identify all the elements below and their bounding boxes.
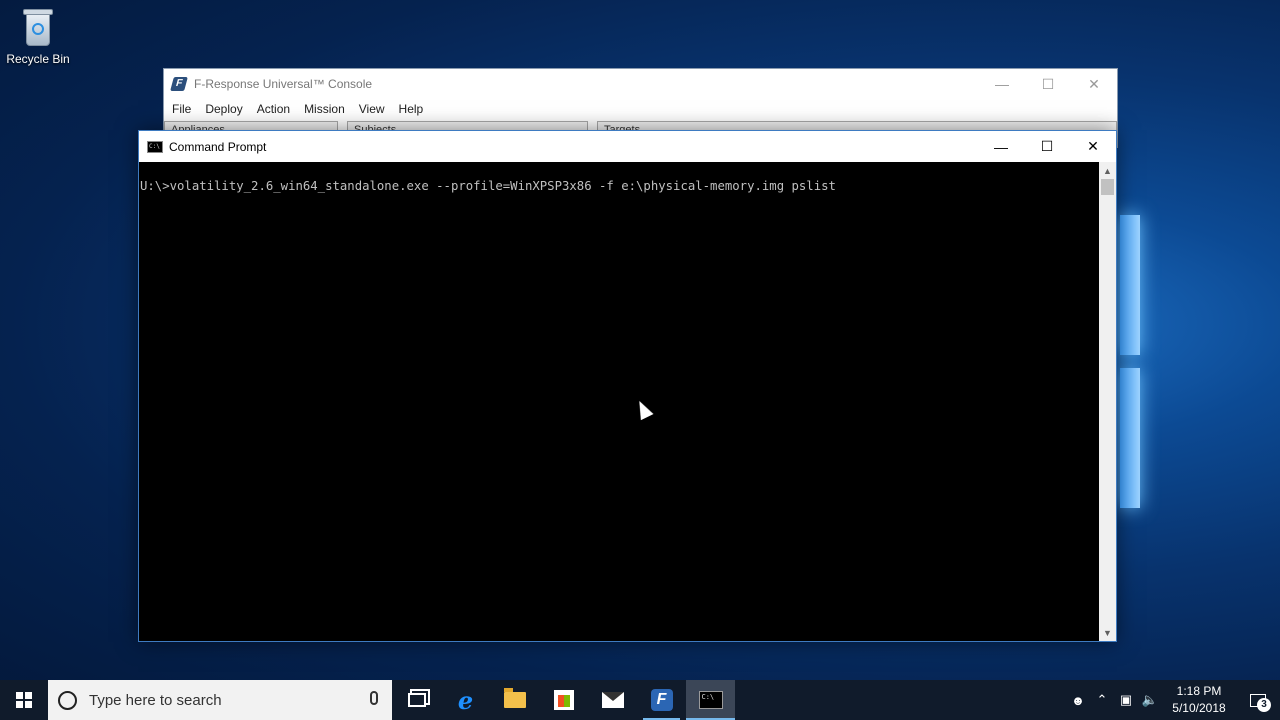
clock[interactable]: 1:18 PM 5/10/2018 <box>1162 683 1236 717</box>
microphone-icon[interactable] <box>370 691 378 705</box>
fresponse-logo-icon: F <box>170 77 188 91</box>
minimize-button[interactable]: — <box>978 131 1024 162</box>
close-button[interactable]: ✕ <box>1071 69 1117 99</box>
menu-file[interactable]: File <box>172 102 191 116</box>
scroll-down-button[interactable]: ▼ <box>1099 624 1116 641</box>
task-view-icon <box>407 693 426 707</box>
edge-icon: e <box>457 685 474 715</box>
menu-action[interactable]: Action <box>257 102 290 116</box>
vertical-scrollbar[interactable]: ▲ ▼ <box>1099 162 1116 641</box>
notification-count: 3 <box>1257 698 1271 712</box>
taskbar-file-explorer[interactable] <box>490 680 539 720</box>
taskbar-command-prompt[interactable]: C:\ <box>686 680 735 720</box>
taskbar-edge[interactable]: e <box>441 680 490 720</box>
people-icon[interactable]: ☻ <box>1066 680 1090 720</box>
taskbar-f-response[interactable]: F <box>637 680 686 720</box>
menu-mission[interactable]: Mission <box>304 102 345 116</box>
store-icon <box>553 690 574 710</box>
cmd-title: Command Prompt <box>169 139 267 154</box>
maximize-button[interactable]: ☐ <box>1024 131 1070 162</box>
action-center-button[interactable]: 3 <box>1236 680 1280 720</box>
volume-muted-icon[interactable]: 🔈 <box>1138 680 1162 720</box>
command-prompt-icon: C:\ <box>698 691 723 709</box>
console-output[interactable]: U:\>volatility_2.6_win64_standalone.exe … <box>139 162 1099 641</box>
fresponse-menubar: File Deploy Action Mission View Help <box>164 99 1117 119</box>
recycle-bin-icon <box>20 6 56 48</box>
task-view-button[interactable] <box>392 680 441 720</box>
desktop-icon-recycle-bin[interactable]: Recycle Bin <box>2 6 74 66</box>
f-response-icon: F <box>650 689 673 711</box>
taskbar-mail[interactable] <box>588 680 637 720</box>
taskbar: Type here to search e F C:\ ☻ ⌃ ▣ 🔈 1:18… <box>0 680 1280 720</box>
command-line: U:\>volatility_2.6_win64_standalone.exe … <box>140 179 836 193</box>
cortana-icon <box>58 690 77 710</box>
fresponse-title: F-Response Universal™ Console <box>194 77 373 91</box>
scroll-thumb[interactable] <box>1101 179 1114 195</box>
folder-icon <box>503 688 526 708</box>
clock-date: 5/10/2018 <box>1172 701 1226 715</box>
system-tray: ☻ ⌃ ▣ 🔈 1:18 PM 5/10/2018 3 <box>1066 680 1280 720</box>
close-button[interactable]: ✕ <box>1070 131 1116 162</box>
network-icon[interactable]: ▣ <box>1114 680 1138 720</box>
desktop-icon-label: Recycle Bin <box>6 52 70 66</box>
start-button[interactable] <box>0 680 48 720</box>
chevron-up-icon[interactable]: ⌃ <box>1090 680 1114 720</box>
windows-start-icon <box>16 692 32 708</box>
cmd-app-icon: C:\ <box>147 140 163 153</box>
cmd-titlebar[interactable]: C:\ Command Prompt <box>139 131 1116 162</box>
menu-view[interactable]: View <box>359 102 385 116</box>
search-placeholder: Type here to search <box>89 691 222 709</box>
clock-time: 1:18 PM <box>1176 684 1222 698</box>
search-box[interactable]: Type here to search <box>48 680 392 720</box>
fresponse-titlebar[interactable]: F F-Response Universal™ Console <box>164 69 1117 99</box>
scroll-up-button[interactable]: ▲ <box>1099 162 1116 179</box>
menu-deploy[interactable]: Deploy <box>205 102 242 116</box>
menu-help[interactable]: Help <box>399 102 424 116</box>
mail-icon <box>601 692 624 708</box>
minimize-button[interactable]: — <box>979 69 1025 99</box>
taskbar-store[interactable] <box>539 680 588 720</box>
maximize-button[interactable]: ☐ <box>1025 69 1071 99</box>
command-prompt-window[interactable]: C:\ Command Prompt — ☐ ✕ U:\>volatility_… <box>138 130 1117 642</box>
